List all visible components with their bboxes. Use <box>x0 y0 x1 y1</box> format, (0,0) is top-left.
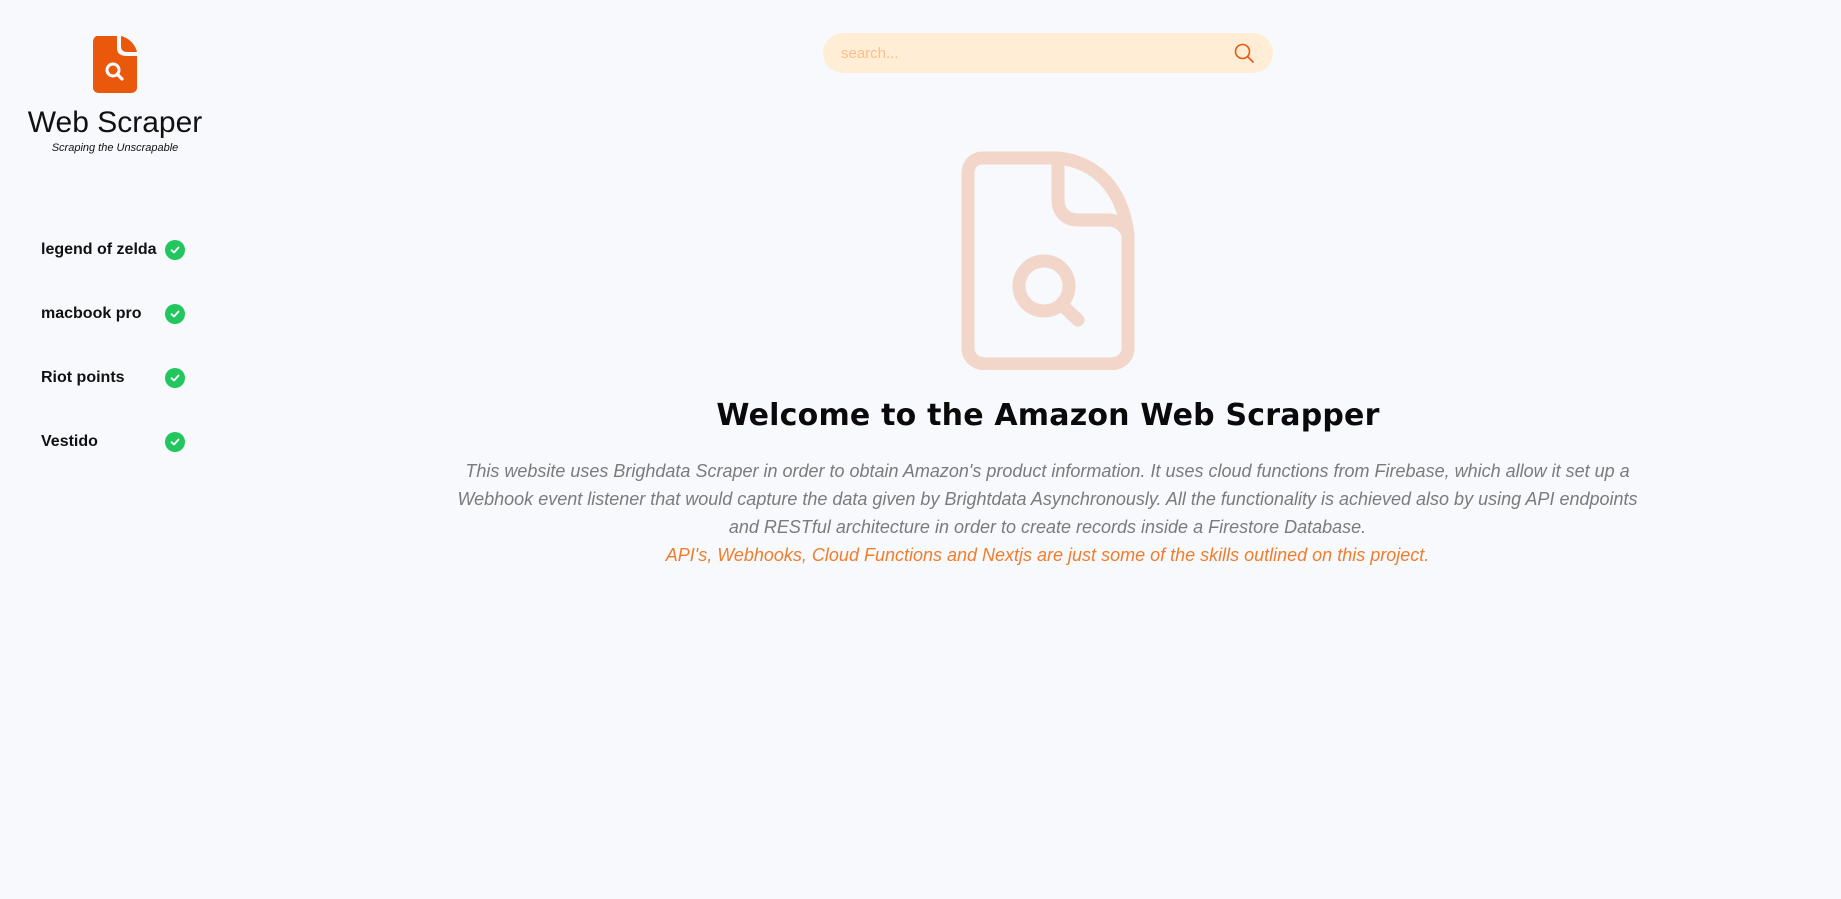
check-circle-icon <box>165 368 185 388</box>
sidebar: Web Scraper Scraping the Unscrapable leg… <box>0 0 230 899</box>
app-tagline: Scraping the Unscrapable <box>51 142 179 154</box>
app-title: Web Scraper <box>27 106 203 139</box>
search-form <box>823 33 1273 73</box>
search-history-item[interactable]: legend of zelda <box>41 218 185 282</box>
search-history-item[interactable]: Riot points <box>41 346 185 410</box>
search-history-item[interactable]: Vestido <box>41 410 185 474</box>
welcome-description: This website uses Brighdata Scraper in o… <box>457 461 1638 537</box>
check-circle-icon <box>165 240 185 260</box>
check-circle-icon <box>165 304 185 324</box>
search-item-label: macbook pro <box>41 305 142 322</box>
check-circle-icon <box>165 432 185 452</box>
search-history-list: legend of zelda macbook pro Riot points … <box>41 218 185 474</box>
welcome-heading: Welcome to the Amazon Web Scrapper <box>716 398 1380 433</box>
search-button[interactable] <box>1231 40 1257 66</box>
search-item-label: Riot points <box>41 369 125 386</box>
document-search-icon <box>961 151 1135 370</box>
search-icon <box>1234 43 1254 63</box>
search-input[interactable] <box>839 43 1231 63</box>
skills-highlight: API's, Webhooks, Cloud Functions and Nex… <box>665 545 1430 565</box>
search-item-label: legend of zelda <box>41 241 157 258</box>
brand[interactable]: Web Scraper Scraping the Unscrapable <box>0 34 230 154</box>
search-item-label: Vestido <box>41 433 98 450</box>
document-search-icon <box>93 36 137 93</box>
search-history-item[interactable]: macbook pro <box>41 282 185 346</box>
